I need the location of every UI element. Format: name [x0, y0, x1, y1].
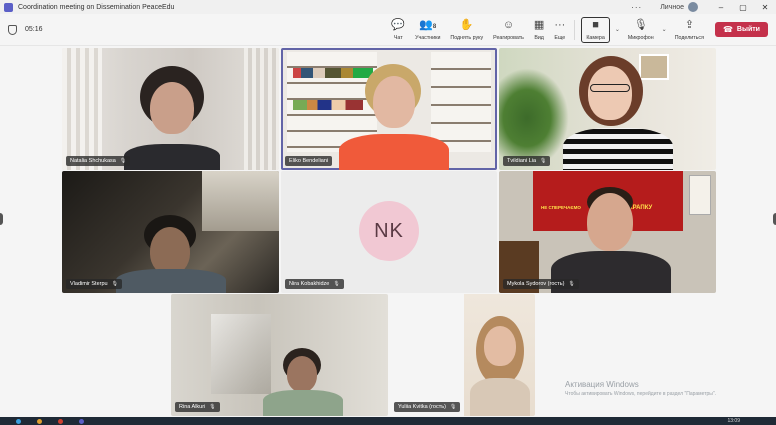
video-tile-mykola[interactable]: НЕ СПЕРЕЧАЄМО КРАПКУ Mykola Sydorov (гос…	[499, 171, 716, 293]
camera-button[interactable]: ■ Камера	[581, 16, 610, 43]
more-icon: ···	[554, 18, 566, 31]
taskbar-clock: 13:09	[727, 418, 740, 424]
leave-button[interactable]: ☎ Выйти	[714, 22, 768, 37]
raise-hand-icon: ✋	[459, 18, 474, 31]
chat-button[interactable]: 💬 Чат	[386, 15, 410, 45]
portrait-video	[464, 294, 535, 416]
react-button[interactable]: ☺ Реагировать	[488, 15, 529, 45]
minimize-button[interactable]: –	[710, 3, 732, 12]
shield-icon	[8, 24, 17, 35]
video-tile-yuliia[interactable]: Yuliia Kvitka (гость) 🎙	[390, 294, 535, 416]
torso	[124, 144, 220, 170]
taskbar-app-icon[interactable]	[37, 418, 42, 424]
teams-app-icon	[4, 2, 13, 12]
torso	[470, 378, 530, 416]
torso	[116, 269, 226, 293]
view-button[interactable]: ▦ Вид	[529, 15, 549, 45]
participants-icon: 👥8	[419, 18, 437, 31]
curtain	[62, 48, 102, 170]
maximize-button[interactable]: ▢	[732, 3, 754, 12]
scroll-left-handle[interactable]	[0, 213, 3, 225]
participants-count-badge: 8	[432, 23, 437, 30]
video-grid: Natalia Shchukasa 🎙 Eliko Bendeliani Tvil…	[0, 46, 776, 417]
microphone-muted-icon: 🎙	[633, 18, 648, 31]
participant-name-label: Tvildiani Lia 🎙	[503, 156, 551, 166]
title-bar: Coordination meeting on Dissemination Pe…	[0, 0, 776, 14]
face	[484, 326, 516, 366]
bookshelf	[431, 52, 491, 152]
mic-muted-icon: 🎙	[449, 404, 457, 410]
more-options-icon[interactable]: ···	[631, 3, 642, 12]
face	[587, 193, 633, 251]
meeting-timer: 05:16	[25, 26, 43, 33]
meeting-toolbar: 05:16 💬 Чат 👥8 Участники ✋ Поднять руку …	[0, 14, 776, 46]
share-button[interactable]: ⇪ Поделиться	[670, 15, 709, 45]
windows-activation-watermark: Активация Windows Чтобы активировать Win…	[565, 380, 717, 397]
light-shadow	[211, 314, 271, 394]
window-title: Coordination meeting on Dissemination Pe…	[18, 3, 175, 11]
books	[293, 68, 373, 78]
microphone-button[interactable]: 🎙 Микрофон	[623, 15, 659, 45]
profile-avatar[interactable]	[688, 2, 698, 12]
toolbar-divider	[574, 19, 576, 40]
taskbar-app-icon[interactable]	[16, 418, 21, 424]
torso	[563, 128, 673, 170]
video-tile-rina[interactable]: Rina Alkuri 🎙	[171, 294, 388, 416]
torso	[263, 390, 343, 416]
participant-name-label: Mykola Sydorov (гость) 🎙	[503, 279, 579, 289]
react-icon: ☺	[502, 18, 515, 31]
video-tile-vladimir[interactable]: Vladimir Sterpu 🎙	[62, 171, 279, 293]
face	[150, 227, 190, 275]
participant-name-label: Vladimir Sterpu 🎙	[66, 279, 122, 289]
banner-text: НЕ СПЕРЕЧАЄМО	[541, 205, 581, 210]
books	[293, 100, 363, 110]
mic-muted-icon: 🎙	[119, 158, 127, 164]
torso	[339, 134, 449, 170]
participant-name-label: Rina Alkuri 🎙	[175, 402, 220, 412]
share-icon: ⇪	[684, 18, 694, 31]
wall-picture	[639, 54, 669, 80]
view-icon: ▦	[533, 18, 545, 31]
face	[150, 82, 194, 134]
mic-muted-icon: 🎙	[568, 281, 575, 287]
video-tile-natalia[interactable]: Natalia Shchukasa 🎙	[62, 48, 279, 170]
camera-icon: ■	[592, 18, 599, 31]
participant-name-label: Eliko Bendeliani	[285, 156, 333, 166]
participants-button[interactable]: 👥8 Участники	[410, 15, 445, 45]
mic-muted-icon: 🎙	[111, 281, 118, 287]
participant-name-label: Nira Kobakhidze 🎙	[285, 279, 344, 289]
camera-options-chevron-icon[interactable]: ⌄	[615, 26, 620, 33]
mic-muted-icon: 🎙	[333, 281, 340, 287]
video-tile-eliko[interactable]: Eliko Bendeliani	[281, 48, 497, 170]
mic-muted-icon: 🎙	[540, 158, 547, 164]
curtain	[244, 48, 279, 170]
profile-label[interactable]: Личное	[660, 4, 684, 11]
mic-muted-icon: 🎙	[209, 404, 216, 410]
participant-name-label: Yuliia Kvitka (гость) 🎙	[394, 402, 461, 412]
close-button[interactable]: ✕	[754, 3, 776, 12]
taskbar-app-icon[interactable]	[79, 418, 84, 424]
face	[287, 356, 317, 392]
glasses	[590, 84, 630, 92]
face	[373, 76, 415, 128]
video-tile-lia[interactable]: Tvildiani Lia 🎙	[499, 48, 716, 170]
face	[588, 66, 632, 120]
chat-icon: 💬	[391, 18, 406, 31]
banner-text: КРАПКУ	[629, 205, 653, 211]
teams-meeting-window: Coordination meeting on Dissemination Pe…	[0, 0, 776, 425]
participant-name-label: Natalia Shchukasa 🎙	[66, 156, 131, 166]
avatar-initials: NK	[359, 201, 419, 261]
windows-taskbar: 13:09	[0, 417, 776, 425]
background-light	[202, 171, 279, 231]
mic-options-chevron-icon[interactable]: ⌄	[662, 26, 667, 33]
phone-hangup-icon: ☎	[722, 25, 733, 34]
raise-hand-button[interactable]: ✋ Поднять руку	[445, 15, 488, 45]
more-actions-button[interactable]: ··· Еще	[549, 15, 570, 45]
taskbar-app-icon[interactable]	[58, 418, 63, 424]
certificate	[689, 175, 711, 215]
plant	[499, 68, 569, 168]
video-tile-nira[interactable]: NK Nira Kobakhidze 🎙	[281, 171, 497, 293]
